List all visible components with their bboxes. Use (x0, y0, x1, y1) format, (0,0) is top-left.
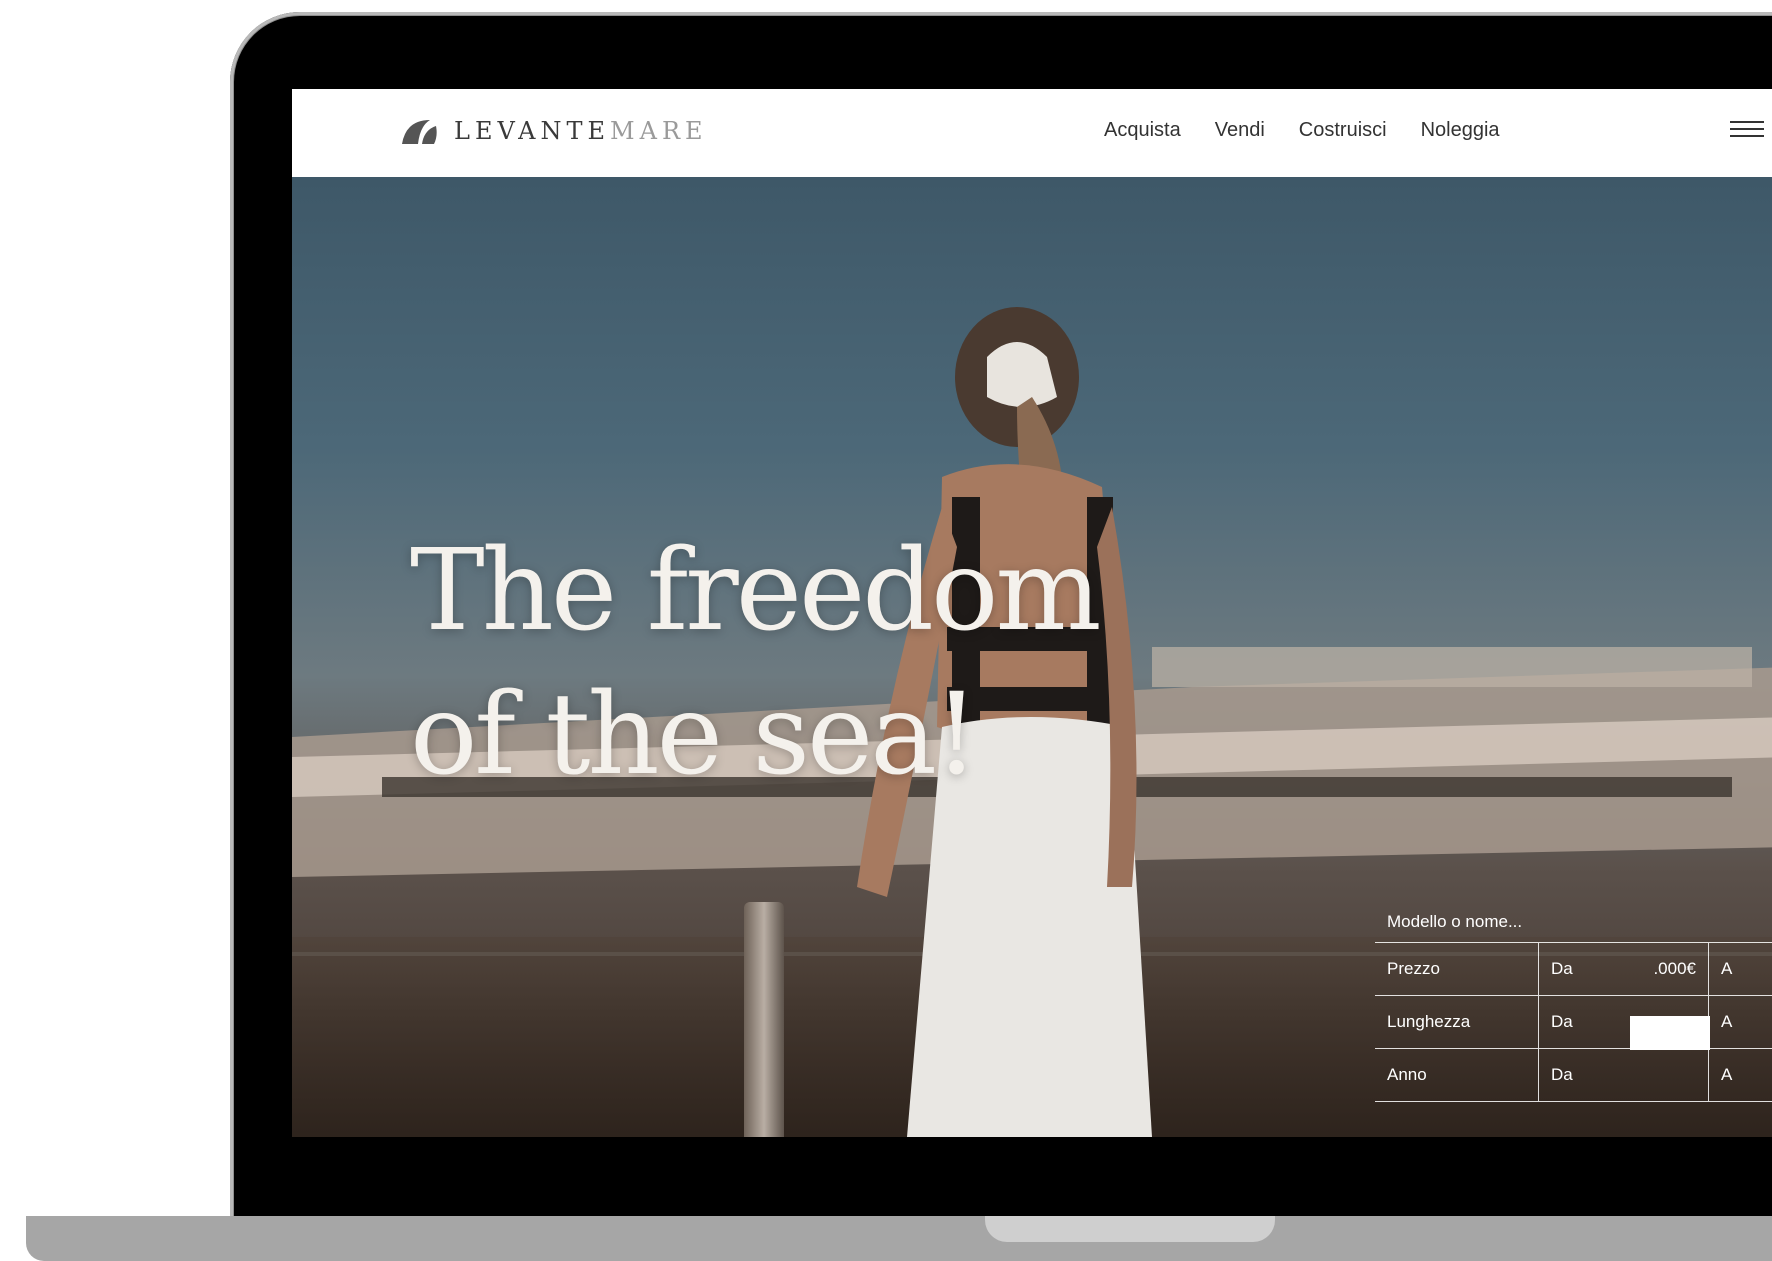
brand-name: LEVANTEMARE (454, 117, 708, 145)
wave-logo-icon (402, 120, 437, 144)
brand-logo[interactable]: LEVANTEMARE (400, 116, 708, 146)
nav-item-noleggia[interactable]: Noleggia (1421, 119, 1500, 142)
hero-title-line-2: of the sea! (410, 670, 979, 800)
laptop-notch (985, 1216, 1275, 1242)
year-from-input[interactable]: Da (1539, 1049, 1709, 1101)
filter-row-length: Lunghezza Da mt A (1375, 995, 1772, 1048)
rail-post (744, 902, 784, 1137)
main-nav: Acquista Vendi Costruisci Noleggia (1104, 119, 1500, 142)
length-to-input[interactable]: A (1709, 996, 1772, 1048)
brand-name-dark: LEVANTE (454, 117, 611, 145)
from-label: Da (1551, 1012, 1573, 1031)
search-button[interactable] (1630, 1016, 1710, 1050)
from-label: Da (1551, 1065, 1573, 1084)
year-to-input[interactable]: A (1709, 1049, 1772, 1101)
nav-item-vendi[interactable]: Vendi (1215, 119, 1265, 142)
filter-row-year: Anno Da A (1375, 1048, 1772, 1102)
laptop-base (26, 1216, 1772, 1261)
filter-label: Lunghezza (1375, 996, 1539, 1048)
filter-label: Prezzo (1375, 943, 1539, 995)
hamburger-icon[interactable] (1730, 121, 1764, 143)
hero-title: The freedom of the sea! (410, 519, 1102, 807)
hero-title-line-1: The freedom (410, 526, 1102, 656)
site-header: LEVANTEMARE Acquista Vendi Costruisci No… (292, 89, 1772, 177)
price-from-input[interactable]: Da .000€ (1539, 943, 1709, 995)
laptop-screen: The freedom of the sea! Modello o nome...… (292, 89, 1772, 1137)
hero-section: The freedom of the sea! Modello o nome...… (292, 177, 1772, 1137)
unit-label: .000€ (1653, 959, 1696, 978)
filter-label: Anno (1375, 1049, 1539, 1101)
from-label: Da (1551, 959, 1573, 978)
nav-item-acquista[interactable]: Acquista (1104, 119, 1181, 142)
price-to-input[interactable]: A (1709, 943, 1772, 995)
nav-item-costruisci[interactable]: Costruisci (1299, 119, 1387, 142)
filter-row-price: Prezzo Da .000€ A (1375, 942, 1772, 995)
boat-search-form: Modello o nome... Prezzo Da .000€ A Lung… (1375, 902, 1772, 1102)
brand-name-light: MARE (610, 117, 708, 145)
model-search-input[interactable]: Modello o nome... (1375, 902, 1772, 942)
